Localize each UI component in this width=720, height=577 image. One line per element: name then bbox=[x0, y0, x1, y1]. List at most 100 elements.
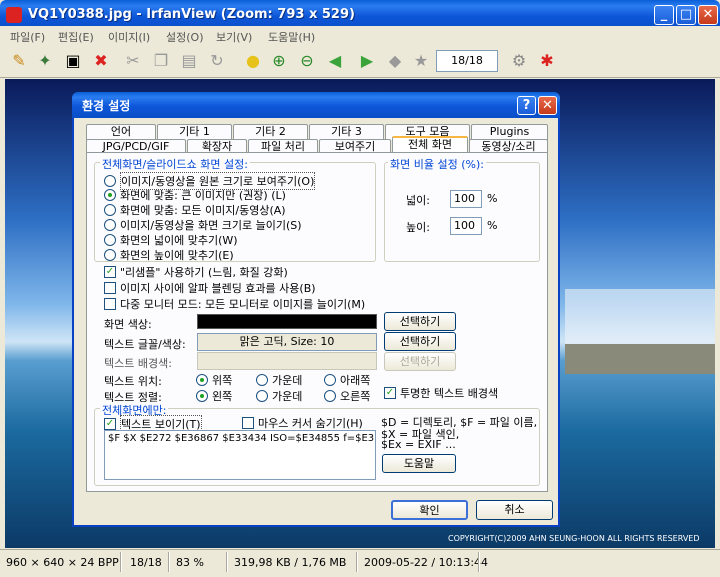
open-folder-icon[interactable]: ✎ bbox=[8, 50, 30, 72]
tab-language[interactable]: 언어 bbox=[86, 124, 156, 140]
legend-line-3: $Ex = EXIF ... bbox=[381, 438, 456, 451]
plugin-icon[interactable]: ✱ bbox=[536, 50, 558, 72]
minimize-button[interactable]: _ bbox=[654, 5, 674, 25]
radio-pos-middle[interactable]: 가운데 bbox=[256, 372, 302, 388]
radio-pos-top[interactable]: 위쪽 bbox=[196, 372, 232, 388]
menu-settings[interactable]: 설정(O) bbox=[166, 29, 203, 45]
radio-label: 화면에 맞춤: 큰 이미지만 (권장) (L) bbox=[120, 189, 286, 202]
gear-icon[interactable]: ⚙ bbox=[508, 50, 530, 72]
text-bg-swatch bbox=[197, 352, 377, 370]
radio-indicator bbox=[104, 234, 116, 246]
radio-label: 이미지/동영상을 화면 크기로 늘이기(S) bbox=[120, 219, 302, 232]
fullscreen-group-label: 전체화면/슬라이드쇼 화면 설정: bbox=[100, 156, 250, 172]
radio-indicator bbox=[324, 390, 336, 402]
zoom-out-icon[interactable]: ⊖ bbox=[296, 50, 318, 72]
help-button[interactable]: 도움말 bbox=[382, 454, 456, 473]
star-icon[interactable]: ★ bbox=[410, 50, 432, 72]
cancel-button[interactable]: 취소 bbox=[476, 500, 553, 520]
radio-align-right[interactable]: 오른쪽 bbox=[324, 388, 370, 404]
checkbox-indicator bbox=[104, 282, 116, 294]
height-label: 높이: bbox=[406, 221, 430, 234]
bulb-icon[interactable]: ● bbox=[242, 50, 264, 72]
pier bbox=[565, 344, 715, 374]
radio-indicator bbox=[104, 204, 116, 216]
next-arrow-icon[interactable]: ▶ bbox=[356, 50, 378, 72]
checkbox-indicator: ✓ bbox=[104, 266, 116, 278]
status-size: 319,98 KB / 1,76 MB bbox=[234, 556, 347, 569]
prev-arrow-icon[interactable]: ◀ bbox=[324, 50, 346, 72]
tab-misc2[interactable]: 기타 2 bbox=[233, 124, 308, 140]
radio-label: 화면의 넓이에 맞추기(W) bbox=[120, 234, 238, 247]
checkbox-label: 다중 모니터 모드: 모든 모니터로 이미지를 늘이기(M) bbox=[120, 298, 366, 311]
rotate-icon[interactable]: ↻ bbox=[206, 50, 228, 72]
copy-icon[interactable]: ❐ bbox=[150, 50, 172, 72]
dialog-close-button[interactable]: ✕ bbox=[538, 96, 557, 115]
tab-misc1[interactable]: 기타 1 bbox=[157, 124, 232, 140]
dialog-titlebar[interactable] bbox=[72, 92, 560, 118]
page-counter: 18/18 bbox=[436, 50, 498, 72]
ratio-group bbox=[384, 162, 540, 262]
menu-view[interactable]: 보기(V) bbox=[216, 29, 252, 45]
status-separator bbox=[168, 552, 170, 572]
width-input[interactable]: 100 bbox=[450, 190, 482, 208]
radio-indicator bbox=[104, 175, 116, 187]
radio-fit-large-only[interactable]: 화면에 맞춤: 큰 이미지만 (권장) (L) bbox=[104, 187, 286, 203]
text-font-value: 맑은 고딕, Size: 10 bbox=[197, 333, 377, 351]
radio-indicator bbox=[324, 374, 336, 386]
checkbox-label: 이미지 사이에 알파 블렌딩 효과를 사용(B) bbox=[120, 282, 316, 295]
hide-mouse-checkbox[interactable]: 마우스 커서 숨기기(H) bbox=[242, 415, 363, 431]
alpha-blend-checkbox[interactable]: 이미지 사이에 알파 블렌딩 효과를 사용(B) bbox=[104, 280, 316, 296]
menu-help[interactable]: 도움말(H) bbox=[268, 29, 315, 45]
checkbox-indicator: ✓ bbox=[384, 387, 396, 399]
checkbox-label: 마우스 커서 숨기기(H) bbox=[258, 417, 363, 430]
radio-fit-width[interactable]: 화면의 넓이에 맞추기(W) bbox=[104, 232, 238, 248]
maximize-button[interactable]: □ bbox=[676, 5, 696, 25]
radio-label: 위쪽 bbox=[212, 374, 233, 387]
radio-indicator bbox=[256, 390, 268, 402]
height-input[interactable]: 100 bbox=[450, 217, 482, 235]
save-icon[interactable]: ▣ bbox=[62, 50, 84, 72]
text-bg-select-button[interactable]: 선택하기 bbox=[384, 352, 456, 371]
text-bg-label: 텍스트 배경색: bbox=[104, 357, 172, 370]
radio-label: 화면에 맞춤: 모든 이미지/동영상(A) bbox=[120, 204, 286, 217]
paste-icon[interactable]: ▤ bbox=[178, 50, 200, 72]
checkbox-indicator: ✓ bbox=[104, 418, 116, 430]
radio-fit-all[interactable]: 화면에 맞춤: 모든 이미지/동영상(A) bbox=[104, 202, 286, 218]
delete-icon[interactable]: ✖ bbox=[90, 50, 112, 72]
status-page: 18/18 bbox=[130, 556, 162, 569]
status-separator bbox=[478, 552, 480, 572]
ratio-group-label: 화면 비율 설정 (%): bbox=[388, 156, 486, 172]
sky-area bbox=[565, 289, 715, 349]
tab-plugins[interactable]: Plugins bbox=[471, 124, 548, 140]
status-dimensions: 960 × 640 × 24 BPP bbox=[6, 556, 119, 569]
radio-indicator bbox=[256, 374, 268, 386]
transparent-bg-checkbox[interactable]: ✓ 투명한 텍스트 배경색 bbox=[384, 385, 498, 401]
radio-align-center[interactable]: 가운데 bbox=[256, 388, 302, 404]
cut-icon[interactable]: ✂ bbox=[122, 50, 144, 72]
menu-file[interactable]: 파일(F) bbox=[10, 29, 45, 45]
text-font-select-button[interactable]: 선택하기 bbox=[384, 332, 456, 351]
resample-checkbox[interactable]: ✓ "리샘플" 사용하기 (느림, 화질 강화) bbox=[104, 264, 288, 280]
slideshow-icon[interactable]: ✦ bbox=[34, 50, 56, 72]
zoom-in-icon[interactable]: ⊕ bbox=[268, 50, 290, 72]
ok-button[interactable]: 확인 bbox=[391, 500, 468, 520]
app-title: VQ1Y0388.jpg - IrfanView (Zoom: 793 x 52… bbox=[28, 7, 355, 22]
radio-align-left[interactable]: 왼쪽 bbox=[196, 388, 232, 404]
dialog-help-button[interactable]: ? bbox=[517, 96, 536, 115]
multi-monitor-checkbox[interactable]: 다중 모니터 모드: 모든 모니터로 이미지를 늘이기(M) bbox=[104, 296, 365, 312]
text-pos-label: 텍스트 위치: bbox=[104, 375, 162, 388]
checkbox-indicator bbox=[242, 417, 254, 429]
radio-indicator bbox=[104, 249, 116, 261]
text-template-input[interactable]: $F $X $E272 $E36867 $E33434 ISO=$E34855 … bbox=[104, 430, 376, 480]
radio-stretch[interactable]: 이미지/동영상을 화면 크기로 늘이기(S) bbox=[104, 217, 302, 233]
radio-fit-height[interactable]: 화면의 높이에 맞추기(E) bbox=[104, 247, 234, 263]
width-unit: % bbox=[487, 192, 498, 205]
menu-edit[interactable]: 편집(E) bbox=[58, 29, 94, 45]
screen-color-select-button[interactable]: 선택하기 bbox=[384, 312, 456, 331]
radio-pos-bottom[interactable]: 아래쪽 bbox=[324, 372, 370, 388]
menu-image[interactable]: 이미지(I) bbox=[108, 29, 150, 45]
print-icon[interactable]: ◆ bbox=[384, 50, 406, 72]
height-unit: % bbox=[487, 219, 498, 232]
tab-misc3[interactable]: 기타 3 bbox=[309, 124, 384, 140]
close-button[interactable]: ✕ bbox=[698, 5, 718, 25]
